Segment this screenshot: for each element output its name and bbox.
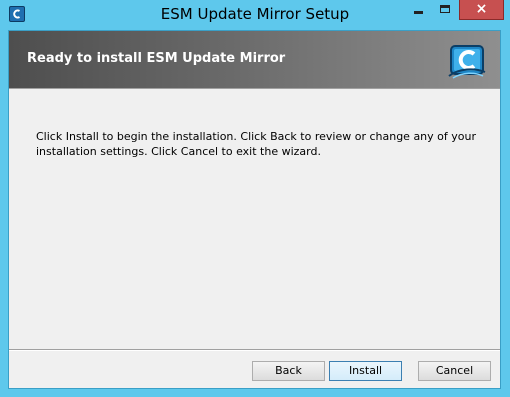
header-banner: Ready to install ESM Update Mirror <box>9 31 500 88</box>
instruction-text: Click Install to begin the installation.… <box>36 130 476 158</box>
footer-divider <box>9 349 500 351</box>
install-button[interactable]: Install <box>329 361 402 381</box>
maximize-icon <box>440 5 450 13</box>
minimize-icon <box>414 11 423 14</box>
esm-logo-icon <box>448 45 486 79</box>
installer-window: ESM Update Mirror Setup × Ready to insta… <box>0 0 510 397</box>
minimize-button[interactable] <box>405 0 432 20</box>
back-button[interactable]: Back <box>252 361 325 381</box>
close-button[interactable]: × <box>459 0 504 20</box>
close-icon: × <box>475 1 488 17</box>
maximize-button[interactable] <box>432 0 459 20</box>
dialog-client-area: Ready to install ESM Update Mirror Click… <box>8 30 501 389</box>
page-title: Ready to install ESM Update Mirror <box>27 51 286 66</box>
cancel-button[interactable]: Cancel <box>418 361 491 381</box>
title-bar[interactable]: ESM Update Mirror Setup × <box>0 0 510 30</box>
banner-divider <box>9 88 500 89</box>
